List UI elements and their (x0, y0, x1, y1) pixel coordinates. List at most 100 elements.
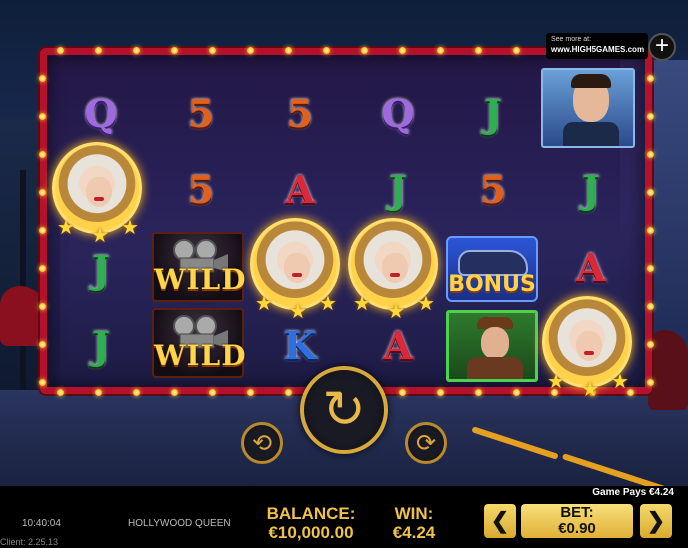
palm-tree (20, 170, 26, 390)
win-value: €4.24 (392, 523, 436, 542)
marquee-bulb (647, 151, 654, 158)
symbol-a: A (285, 166, 315, 212)
marquee-bulb (39, 341, 46, 348)
marquee-bulb (323, 47, 330, 54)
marquee-bulb (209, 47, 216, 54)
symbol-j: J (92, 246, 110, 292)
queen-lips (584, 351, 594, 355)
menu-plus-button[interactable]: + (648, 33, 676, 61)
star-icon: ★ (57, 217, 75, 239)
marquee-bulb (399, 47, 406, 54)
autoplay-icon: ⟳ (415, 429, 437, 457)
balance-display: BALANCE: €10,000.00 (258, 504, 364, 542)
bet-display[interactable]: BET: €0.90 (521, 504, 633, 538)
marquee-bulb (285, 389, 292, 396)
game-name: HOLLYWOOD QUEEN (128, 518, 231, 529)
marquee-bulb (39, 75, 46, 82)
symbol-hollywood-queen: ★ ★ ★ (348, 218, 438, 323)
marquee-bulb (247, 47, 254, 54)
marquee-bulb (437, 389, 444, 396)
bet-increase-button[interactable]: ❯ (640, 504, 672, 538)
symbol-hollywood-queen: ★ ★ ★ (52, 142, 142, 247)
clock: 10:40:04 (22, 518, 61, 529)
marquee-bulb (133, 47, 140, 54)
bonus-label: BONUS (448, 272, 536, 297)
marquee-bulb (399, 389, 406, 396)
balance-label: BALANCE: (266, 504, 356, 523)
symbol-q: Q (381, 90, 415, 136)
marquee-bulb (647, 341, 654, 348)
suit (563, 122, 619, 146)
coat (467, 357, 523, 379)
marquee-bulb (475, 47, 482, 54)
marquee-bulb (647, 189, 654, 196)
marquee-bulb (95, 47, 102, 54)
bet-decrease-button[interactable]: ❮ (484, 504, 516, 538)
marquee-bulb (437, 47, 444, 54)
autoplay-button[interactable]: ⟳ (405, 422, 447, 464)
balance-value: €10,000.00 (268, 523, 354, 542)
marquee-bulb (39, 265, 46, 272)
symbol-detective-fedora (446, 310, 538, 382)
symbol-5: 5 (286, 90, 314, 136)
symbol-j: J (389, 166, 407, 212)
bet-label: BET: (560, 504, 594, 521)
star-icon: ★ (255, 293, 273, 315)
symbol-detective-portrait (541, 68, 635, 148)
queen-face (86, 177, 112, 207)
symbol-j: J (484, 90, 502, 136)
queen-lips (292, 273, 302, 277)
marquee-bulb (39, 227, 46, 234)
star-icon: ★ (121, 217, 139, 239)
marquee-bulb (171, 389, 178, 396)
wild-label: WILD (154, 263, 247, 296)
turbo-icon: ⟲ (251, 429, 273, 457)
car-right (648, 330, 688, 410)
star-icon: ★ (547, 371, 565, 393)
spin-icon: ↻ (322, 380, 366, 440)
marquee-bulb (171, 47, 178, 54)
marquee-bulb (361, 47, 368, 54)
queen-face (576, 331, 602, 361)
queen-lips (94, 197, 104, 201)
marquee-bulb (247, 389, 254, 396)
symbol-j: J (92, 322, 110, 368)
queen-face (284, 253, 310, 283)
symbol-wild: WILD (152, 308, 247, 378)
marquee-bulb (95, 389, 102, 396)
status-bar: Game Pays €4.24 10:40:04 HOLLYWOOD QUEEN… (0, 486, 688, 548)
marquee-bulb (285, 47, 292, 54)
game-pays-text: Game Pays €4.24 (592, 487, 674, 498)
symbol-a: A (576, 244, 606, 290)
star-icon: ★ (417, 293, 435, 315)
spin-button[interactable]: ↻ (300, 366, 388, 454)
marquee-bulb (513, 47, 520, 54)
promo-site: www.HIGH5GAMES.com (551, 45, 645, 54)
marquee-bulb (39, 113, 46, 120)
wild-label: WILD (154, 339, 247, 372)
symbol-j: J (582, 166, 600, 212)
marquee-bulb (57, 389, 64, 396)
marquee-bulb (647, 303, 654, 310)
symbol-hollywood-queen: ★ ★ ★ (250, 218, 340, 323)
star-icon: ★ (353, 293, 371, 315)
hair (571, 74, 611, 88)
marquee-bulb (39, 303, 46, 310)
marquee-bulb (647, 265, 654, 272)
marquee-bulb (513, 389, 520, 396)
symbol-5: 5 (187, 90, 215, 136)
promo-banner[interactable]: See more at: www.HIGH5GAMES.com (546, 33, 648, 59)
turbo-button[interactable]: ⟲ (241, 422, 283, 464)
star-icon: ★ (319, 293, 337, 315)
symbol-5: 5 (479, 166, 507, 212)
bet-value: €0.90 (558, 520, 596, 537)
symbol-a: A (383, 322, 413, 368)
marquee-bulb (209, 389, 216, 396)
star-icon: ★ (581, 379, 599, 401)
marquee-bulb (647, 75, 654, 82)
marquee-bulb (39, 151, 46, 158)
queen-face (382, 253, 408, 283)
marquee-bulb (647, 227, 654, 234)
win-label: WIN: (394, 504, 434, 523)
symbol-hollywood-queen: ★ ★ ★ (542, 296, 632, 401)
